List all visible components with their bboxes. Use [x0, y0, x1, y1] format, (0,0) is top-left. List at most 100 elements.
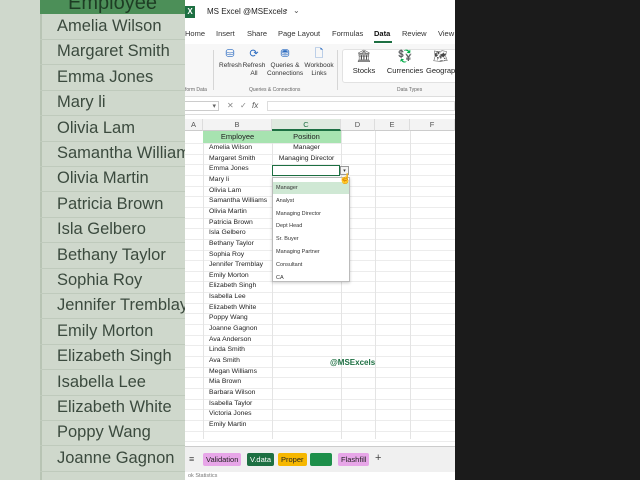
employee-cell[interactable]: Emily Martin [209, 420, 246, 431]
employee-cell[interactable]: Olivia Martin [209, 207, 247, 218]
workbook-links-label: Workbook Links [304, 62, 334, 77]
sheet-tab[interactable]: Validation [203, 453, 242, 466]
background-gridline [40, 470, 185, 472]
employee-cell[interactable]: Patricia Brown [209, 218, 253, 229]
currencies-icon: 💱 [397, 49, 413, 63]
cloud-sync-icon[interactable]: ◔ [283, 6, 288, 15]
queries-connections-button[interactable]: ⛃ Queries & Connections [267, 48, 303, 78]
column-header-d[interactable]: D [341, 119, 375, 131]
employee-cell[interactable]: Margaret Smith [209, 154, 255, 165]
employee-cell[interactable]: Ava Smith [209, 356, 240, 367]
column-header-c[interactable]: C [272, 119, 341, 131]
employee-cell[interactable]: Emily Morton [209, 271, 249, 282]
fx-icon[interactable]: fx [252, 101, 258, 110]
sheet-tab[interactable]: Proper [278, 453, 307, 466]
add-sheet-button[interactable]: + [375, 452, 381, 464]
dropdown-option[interactable]: CA [273, 272, 349, 284]
background-name: Mary li [57, 93, 106, 112]
employee-cell[interactable]: Barbara Wilson [209, 388, 255, 399]
column-header-b[interactable]: B [203, 119, 272, 131]
employee-cell[interactable]: Megan Williams [209, 367, 257, 378]
employee-cell[interactable]: Joanne Gagnon [209, 324, 257, 335]
background-name: Bethany Taylor [57, 245, 166, 264]
employee-cell[interactable]: Linda Smith [209, 345, 245, 356]
dropdown-option[interactable]: Consultant [273, 259, 349, 271]
tab-review[interactable]: Review [402, 29, 427, 38]
column-header-e[interactable]: E [375, 119, 410, 131]
background-gridline [40, 267, 185, 269]
background-header-text: Employee [68, 0, 157, 14]
position-header-cell[interactable]: Position [272, 131, 341, 143]
employee-cell[interactable]: Bethany Taylor [209, 239, 254, 250]
employee-cell[interactable]: Samantha Williams [209, 196, 267, 207]
title-chevron-icon[interactable]: ⌄ [293, 6, 300, 15]
background-gridline [40, 242, 185, 244]
employee-header-cell[interactable]: Employee [203, 131, 272, 143]
background-gridline [40, 64, 185, 66]
background-name: Amelia Wilson [57, 17, 162, 35]
currencies-button[interactable]: 💱 Currencies [386, 49, 424, 75]
sheet-menu-icon[interactable]: ≡ [189, 454, 194, 464]
dropdown-option[interactable]: Managing Director [273, 208, 349, 220]
employee-cell[interactable]: Sophia Roy [209, 250, 244, 261]
employee-cell[interactable]: Elizabeth White [209, 303, 256, 314]
background-gridline [40, 166, 185, 167]
position-cell[interactable]: Manager [272, 143, 341, 154]
background-gridline [40, 394, 185, 396]
confirm-icon[interactable]: ✓ [240, 101, 247, 110]
background-gridline [40, 115, 185, 117]
tab-view[interactable]: View [438, 29, 454, 38]
background-zoom-left: Employee Amelia Wilson Margaret Smith Emma… [0, 0, 185, 480]
column-header-f[interactable]: F [410, 119, 455, 131]
ribbon-divider [337, 50, 338, 90]
background-name: Elizabeth Singh [57, 347, 172, 366]
employee-cell[interactable]: Victoria Jones [209, 409, 252, 420]
employee-cell[interactable]: Isla Gelbero [209, 228, 246, 239]
spreadsheet-grid[interactable]: A B C D E F Employee Position Amelia Wil… [185, 119, 455, 443]
employee-cell[interactable]: Ava Anderson [209, 335, 251, 346]
dropdown-option[interactable]: Sr. Buyer [273, 233, 349, 245]
sheet-tab[interactable]: Flashfill [338, 453, 370, 466]
background-gridline [40, 445, 185, 447]
refresh-button[interactable]: ⛁ Refresh [219, 48, 242, 70]
dropdown-option[interactable]: Managing Partner [273, 246, 349, 258]
tab-home[interactable]: Home [185, 29, 205, 38]
tab-share[interactable]: Share [247, 29, 267, 38]
employee-cell[interactable]: Mary li [209, 175, 229, 186]
background-name: Samantha William [57, 144, 185, 162]
employee-cell[interactable]: Emma Jones [209, 164, 249, 175]
background-name: Sophia Roy [57, 271, 143, 289]
name-box[interactable]: ▾ [185, 101, 219, 111]
tab-page-layout[interactable]: Page Layout [278, 29, 320, 38]
position-cell[interactable]: Managing Director [272, 154, 341, 165]
dropdown-option[interactable]: Dept Head [273, 220, 349, 232]
employee-cell[interactable]: Amelia Wilson [209, 143, 252, 154]
dropdown-option[interactable]: Analyst [273, 195, 349, 207]
background-name: Elizabeth White [57, 398, 172, 416]
ribbon-group-label-data-types: Data Types [397, 87, 423, 93]
tab-data[interactable]: Data [374, 29, 390, 38]
column-header-a[interactable]: A [185, 119, 203, 131]
employee-cell[interactable]: Isabella Lee [209, 292, 246, 303]
workbook-links-button[interactable]: 🗋 Workbook Links [304, 48, 334, 78]
employee-cell[interactable]: Poppy Wang [209, 313, 248, 324]
cancel-icon[interactable]: ✕ [227, 101, 234, 110]
employee-cell[interactable]: Elizabeth Singh [209, 281, 256, 292]
gridline-horizontal [185, 430, 455, 432]
sheet-tab[interactable]: V.data [247, 453, 274, 466]
employee-cell[interactable]: Isabella Taylor [209, 399, 252, 410]
refresh-all-button[interactable]: ⟳ Refresh All [242, 48, 266, 78]
tab-formulas[interactable]: Formulas [332, 29, 363, 38]
formula-input[interactable] [267, 101, 455, 111]
active-cell-c4[interactable] [272, 165, 340, 176]
background-name: Emma Jones [57, 67, 154, 86]
stocks-button[interactable]: 🏛 Stocks [351, 49, 377, 75]
gridline-vertical [203, 131, 204, 439]
tab-insert[interactable]: Insert [216, 29, 235, 38]
employee-cell[interactable]: Mia Brown [209, 377, 241, 388]
dropdown-option[interactable]: Manager [273, 182, 349, 194]
geography-button[interactable]: 🗺 Geograp [426, 49, 455, 75]
sheet-tab[interactable]: Data [310, 453, 332, 466]
employee-cell[interactable]: Olivia Lam [209, 186, 241, 197]
employee-cell[interactable]: Jennifer Tremblay [209, 260, 263, 271]
